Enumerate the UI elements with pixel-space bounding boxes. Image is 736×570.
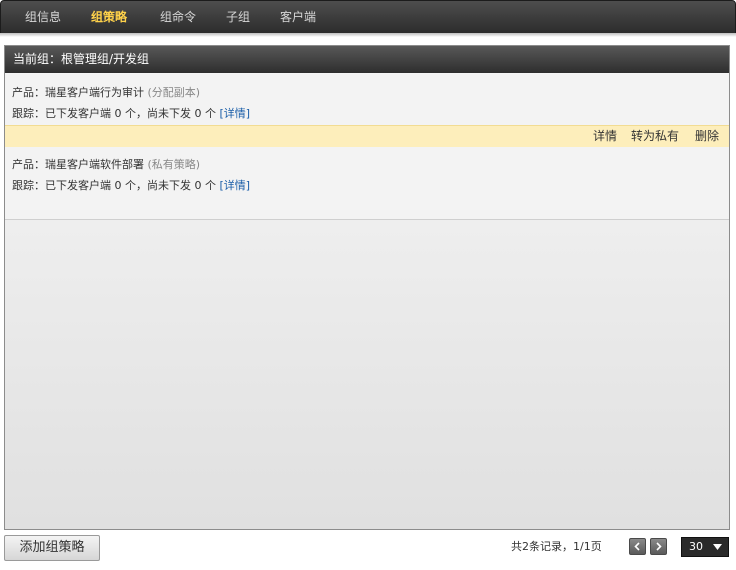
- tab-group-policy[interactable]: 组策略: [91, 1, 127, 33]
- detail-action[interactable]: 详情: [593, 126, 617, 147]
- detail-link[interactable]: [详情]: [220, 107, 251, 120]
- track-label: 跟踪：: [12, 107, 45, 120]
- policy-item: 产品：瑞星客户端软件部署 (私有策略) 跟踪：已下发客户端 0 个，尚未下发 0…: [5, 147, 729, 220]
- track-line: 跟踪：已下发客户端 0 个，尚未下发 0 个 [详情]: [12, 177, 250, 193]
- detail-link[interactable]: [详情]: [220, 179, 251, 192]
- policy-tag: (私有策略): [147, 158, 201, 171]
- product-line: 产品：瑞星客户端软件部署 (私有策略): [12, 156, 200, 172]
- current-group-header: 当前组：根管理组/开发组: [5, 46, 729, 73]
- track-prefix: 已下发客户端: [45, 107, 111, 120]
- page-size-value: 30: [689, 540, 703, 553]
- make-private-action[interactable]: 转为私有: [631, 126, 679, 147]
- records-summary: 共2条记录，1/1页: [511, 540, 602, 553]
- product-label: 产品：: [12, 158, 45, 171]
- track-line: 跟踪：已下发客户端 0 个，尚未下发 0 个 [详情]: [12, 105, 250, 121]
- policy-action-bar: 详情 转为私有 删除: [5, 125, 729, 148]
- pending-count: 0: [194, 179, 202, 192]
- track-unit-1: 个，尚未下发: [125, 179, 191, 192]
- track-unit-2: 个: [205, 107, 216, 120]
- delete-action[interactable]: 删除: [695, 126, 719, 147]
- sent-count: 0: [114, 107, 122, 120]
- tab-client[interactable]: 客户端: [280, 1, 316, 33]
- pending-count: 0: [194, 107, 202, 120]
- topbar-shadow: [0, 33, 736, 37]
- next-page-button[interactable]: [650, 538, 667, 555]
- tab-subgroup[interactable]: 子组: [226, 1, 250, 33]
- caret-down-icon: [713, 544, 722, 550]
- product-name: 瑞星客户端行为审计: [45, 86, 144, 99]
- policy-panel: 当前组：根管理组/开发组 产品：瑞星客户端行为审计 (分配副本) 跟踪：已下发客…: [4, 45, 730, 530]
- track-unit-1: 个，尚未下发: [125, 107, 191, 120]
- policy-tag: (分配副本): [147, 86, 201, 99]
- tab-group-info[interactable]: 组信息: [25, 1, 61, 33]
- top-tab-bar: 组信息 组策略 组命令 子组 客户端: [0, 0, 736, 34]
- sent-count: 0: [114, 179, 122, 192]
- product-label: 产品：: [12, 86, 45, 99]
- add-group-policy-button[interactable]: 添加组策略: [4, 535, 100, 561]
- track-unit-2: 个: [205, 179, 216, 192]
- track-label: 跟踪：: [12, 179, 45, 192]
- track-prefix: 已下发客户端: [45, 179, 111, 192]
- chevron-left-icon: [634, 542, 640, 551]
- product-name: 瑞星客户端软件部署: [45, 158, 144, 171]
- prev-page-button[interactable]: [629, 538, 646, 555]
- page-size-select[interactable]: 30: [681, 537, 729, 557]
- chevron-right-icon: [656, 542, 662, 551]
- tab-group-command[interactable]: 组命令: [160, 1, 196, 33]
- product-line: 产品：瑞星客户端行为审计 (分配副本): [12, 84, 200, 100]
